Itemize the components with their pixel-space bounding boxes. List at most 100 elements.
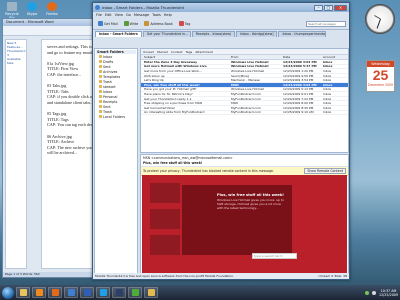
thunderbird-window[interactable]: Inbox - Smart Folders - Mozilla Thunderb… xyxy=(92,2,350,280)
start-button[interactable] xyxy=(2,286,14,299)
address-book-button[interactable]: Address Book xyxy=(142,19,174,28)
folder-icon xyxy=(99,70,102,73)
taskbar: 10:37 AM 12/25/2009 xyxy=(0,285,400,300)
message-rows: Enter the Zune 3 Day Giveaway Windows Liv… xyxy=(141,59,348,116)
message-subject-cell: Plus, win free stuff all this week! xyxy=(144,82,200,87)
taskbar-item[interactable] xyxy=(128,287,142,298)
message-account-cell: Inbox xyxy=(323,73,332,78)
email-hero-title: Plus, win free stuff all this week! xyxy=(217,193,284,197)
calendar-gadget[interactable]: Wednesday 25 December 2009 xyxy=(366,60,395,92)
message-header: MSN <communications_msn_ww@microsoftemai… xyxy=(141,155,348,167)
folder-icon xyxy=(147,289,155,296)
calendar-day: 25 xyxy=(372,67,389,83)
tray-clock[interactable]: 10:37 AM 12/25/2009 xyxy=(379,289,398,297)
taskbar-item[interactable] xyxy=(64,287,78,298)
tag-button[interactable]: Tag xyxy=(177,19,193,28)
tab-get-thunderbird[interactable]: Get your Thunderbird in... xyxy=(142,31,191,37)
folder-icon xyxy=(99,65,102,68)
window-title: Inbox - Smart Folders - Mozilla Thunderb… xyxy=(102,5,184,10)
folder-pane: Smart Folders Inbox Drafts Sent Archives… xyxy=(94,48,138,274)
desktop-icon-firefox[interactable]: Firefox xyxy=(42,2,62,16)
maximize-button[interactable]: □ xyxy=(324,4,333,11)
recycle-bin-icon xyxy=(7,2,17,11)
taskbar-item[interactable] xyxy=(48,287,62,298)
message-account-cell: Inbox xyxy=(323,59,333,64)
taskbar-items xyxy=(16,287,158,298)
tab-inbox-experimental[interactable]: Inbox - thumpexperimental xyxy=(278,31,327,37)
get-mail-button[interactable]: Get Mail xyxy=(96,19,120,28)
close-button[interactable]: × xyxy=(334,4,347,11)
tab-inbox-tbirdgo[interactable]: Inbox - tbirdgo[stew] xyxy=(236,31,278,37)
status-text: Mozilla Thunderbird is free and open sou… xyxy=(95,274,235,278)
network-icon[interactable] xyxy=(364,290,369,295)
email-body[interactable]: Plus, win free stuff all this week! Wind… xyxy=(142,175,347,273)
image-placeholder xyxy=(150,209,180,229)
taskbar-item[interactable] xyxy=(16,287,30,298)
menu-file[interactable]: File xyxy=(96,13,102,17)
message-account-cell: Inbox xyxy=(323,91,332,96)
message-date-cell: 12/24/2009 7:22 PM xyxy=(283,96,314,101)
thunderbird-titlebar[interactable]: Inbox - Smart Folders - Mozilla Thunderb… xyxy=(93,3,349,12)
clock-gadget[interactable] xyxy=(365,4,395,34)
word-navigation-pane[interactable]: New 5 Features... Thunderbird 3 Availabl… xyxy=(5,39,27,269)
message-subject: Plus, win free stuff all this week! xyxy=(143,160,203,165)
tab-receipts[interactable]: Receipts - Inbox(stew) xyxy=(191,31,236,37)
folder-icon xyxy=(99,95,102,98)
menu-tools[interactable]: Tools xyxy=(152,13,161,17)
message-date-cell: 12/24/2009 6:01 PM xyxy=(283,91,314,96)
filter-attachment[interactable]: Attachment xyxy=(195,50,213,54)
menu-go[interactable]: Go xyxy=(126,13,131,17)
menu-view[interactable]: View xyxy=(115,13,123,17)
taskbar-item[interactable] xyxy=(144,287,158,298)
taskbar-item[interactable] xyxy=(96,287,110,298)
folder-icon xyxy=(99,105,102,108)
desktop-icon-skype[interactable]: Skype xyxy=(22,2,42,16)
message-account-cell: Inbox xyxy=(323,110,332,115)
message-date-cell: 12/23/2009 5:47 PM xyxy=(283,64,317,69)
message-account-cell: Inbox xyxy=(323,64,333,69)
message-from-cell: MSN xyxy=(231,101,238,106)
message-date-cell: 12/24/2009 5:12 PM xyxy=(283,87,314,92)
media-player-icon xyxy=(35,289,43,296)
menu-edit[interactable]: Edit xyxy=(105,13,112,17)
message-row[interactable]: An interesting slide from MyFunPostcard M… xyxy=(141,110,348,116)
message-date-cell: 12/24/2009 8:00 PM xyxy=(283,101,314,106)
volume-icon[interactable] xyxy=(371,290,376,295)
message-account-cell: Inbox xyxy=(323,96,332,101)
address-book-icon xyxy=(144,21,150,26)
folder-item[interactable]: Local Folders xyxy=(96,114,136,119)
tab-inbox-smart-folders[interactable]: Inbox - Smart Folders xyxy=(95,31,142,37)
menu-message[interactable]: Message xyxy=(134,13,149,17)
write-button[interactable]: Write xyxy=(122,19,141,28)
message-subject-cell: Let's Ring Up xyxy=(144,78,164,83)
taskbar-item[interactable] xyxy=(32,287,46,298)
search-input[interactable] xyxy=(306,20,346,27)
folder-icon xyxy=(99,55,102,58)
email-search-field[interactable]: type a search term xyxy=(252,253,297,259)
taskbar-item[interactable] xyxy=(112,287,126,298)
column-account[interactable]: Account xyxy=(323,55,343,59)
filter-starred[interactable]: Starred xyxy=(157,50,168,54)
column-subject[interactable]: Subject xyxy=(141,55,231,59)
filter-unread[interactable]: Unread xyxy=(143,50,154,54)
word-nav-item[interactable]: New 5 Features... xyxy=(7,41,25,49)
column-date[interactable]: Date xyxy=(283,55,323,59)
word-nav-item[interactable]: Thunderbird 3 xyxy=(7,49,25,57)
filter-tags[interactable]: Tags xyxy=(186,50,193,54)
system-tray: 10:37 AM 12/25/2009 xyxy=(364,289,398,297)
column-from[interactable]: From xyxy=(231,55,283,59)
filter-contact[interactable]: Contact xyxy=(171,50,183,54)
word-nav-item[interactable]: Available tabs xyxy=(7,57,25,65)
show-remote-content-button[interactable]: Show Remote Content xyxy=(304,168,346,174)
skype-icon xyxy=(27,2,37,11)
explorer-icon xyxy=(19,289,27,296)
message-subject-cell: Enter the Zune 3 Day Giveaway xyxy=(144,59,198,64)
remote-content-text: To protect your privacy, Thunderbird has… xyxy=(143,169,274,173)
message-list: Unread Starred Contact Tags Attachment S… xyxy=(140,48,349,153)
minimize-button[interactable]: – xyxy=(314,4,323,11)
message-date-cell: 12/23/2009 1:20 PM xyxy=(283,68,314,73)
menu-help[interactable]: Help xyxy=(164,13,172,17)
folder-icon xyxy=(99,115,102,118)
taskbar-item[interactable] xyxy=(80,287,94,298)
message-date-cell: 12/23/2009 3:54 PM xyxy=(283,78,314,83)
